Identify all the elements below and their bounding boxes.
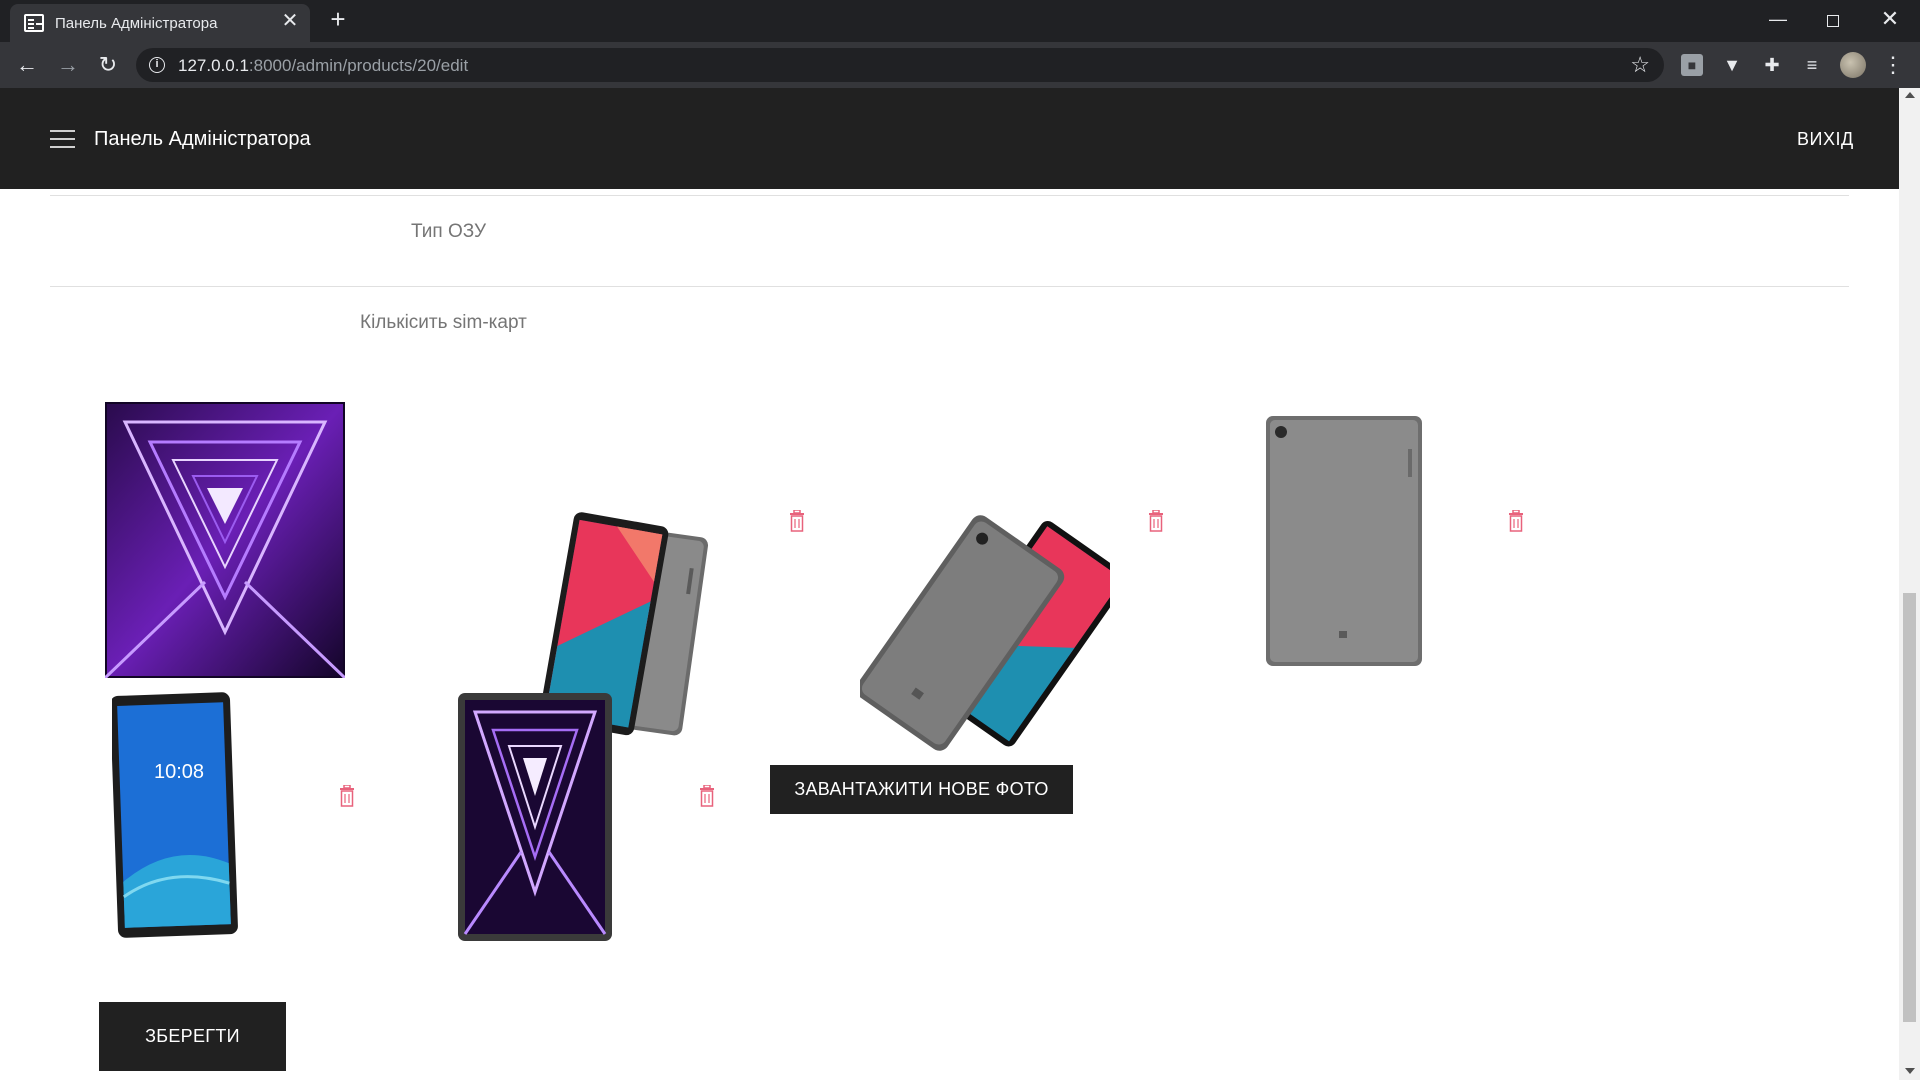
scroll-up-arrow-icon[interactable] — [1905, 92, 1915, 98]
delete-photo-icon[interactable] — [1148, 510, 1164, 532]
scrollbar-thumb[interactable] — [1903, 593, 1916, 1022]
url-text[interactable]: 127.0.0.1:8000/admin/products/20/edit — [178, 56, 468, 76]
lock-screen-time: 10:08 — [154, 761, 205, 783]
form-divider — [50, 195, 1849, 196]
admin-title: Панель Адміністратора — [94, 128, 311, 150]
sim-count-label: Кількісить sim-карт — [360, 312, 527, 333]
extension-icon[interactable]: ■ — [1681, 54, 1703, 76]
site-info-icon[interactable]: i — [149, 57, 165, 73]
page-viewport: Панель Адміністратора ВИХІД Тип ОЗУ Кіль… — [0, 88, 1899, 1080]
hamburger-menu-icon[interactable] — [50, 130, 75, 148]
admin-favicon-icon — [24, 14, 44, 32]
window-restore-icon[interactable] — [1818, 6, 1848, 32]
delete-photo-icon[interactable] — [789, 510, 805, 532]
product-photo — [855, 503, 1128, 753]
window-minimize-icon[interactable]: — — [1763, 6, 1793, 32]
url-path: :8000/admin/products/20/edit — [248, 56, 469, 75]
product-photo: 10:08 — [110, 690, 238, 940]
scroll-down-arrow-icon[interactable] — [1905, 1068, 1915, 1074]
browser-tab-strip: Панель Адміністратора ✕ + — ✕ — [0, 0, 1920, 42]
tab-close-icon[interactable]: ✕ — [280, 11, 300, 31]
bookmark-star-icon[interactable]: ☆ — [1630, 52, 1650, 78]
delete-photo-icon[interactable] — [699, 785, 715, 807]
product-photo — [1265, 415, 1423, 667]
logout-link[interactable]: ВИХІД — [1797, 129, 1854, 150]
new-tab-icon[interactable]: + — [326, 6, 350, 32]
media-control-icon[interactable]: ≡ — [1801, 54, 1823, 76]
back-arrow-icon[interactable]: ← — [13, 51, 41, 79]
reload-icon[interactable]: ↻ — [94, 51, 122, 79]
upload-new-photo-button[interactable]: ЗАВАНТАЖИТИ НОВЕ ФОТО — [770, 765, 1073, 814]
product-main-photo — [103, 402, 347, 680]
form-divider — [50, 286, 1849, 287]
tab-title: Панель Адміністратора — [55, 15, 218, 32]
address-bar[interactable]: i 127.0.0.1:8000/admin/products/20/edit … — [136, 48, 1664, 82]
product-photo — [457, 692, 613, 942]
forward-arrow-icon[interactable]: → — [54, 51, 82, 79]
admin-header: Панель Адміністратора ВИХІД — [0, 88, 1899, 189]
save-button[interactable]: ЗБЕРЕГТИ — [99, 1002, 286, 1071]
url-host: 127.0.0.1 — [178, 56, 249, 75]
page-scrollbar[interactable] — [1899, 88, 1920, 1080]
extensions-puzzle-icon[interactable]: ✚ — [1761, 54, 1783, 76]
window-close-icon[interactable]: ✕ — [1875, 6, 1905, 32]
profile-avatar[interactable] — [1840, 52, 1866, 78]
browser-tab[interactable]: Панель Адміністратора ✕ — [10, 4, 310, 42]
ram-type-label: Тип ОЗУ — [411, 221, 487, 242]
vuejs-extension-icon[interactable]: ▼ — [1721, 54, 1743, 76]
browser-menu-icon[interactable]: ⋮ — [1882, 52, 1904, 78]
delete-photo-icon[interactable] — [1508, 510, 1524, 532]
browser-toolbar: ← → ↻ i 127.0.0.1:8000/admin/products/20… — [0, 42, 1920, 88]
delete-photo-icon[interactable] — [339, 785, 355, 807]
